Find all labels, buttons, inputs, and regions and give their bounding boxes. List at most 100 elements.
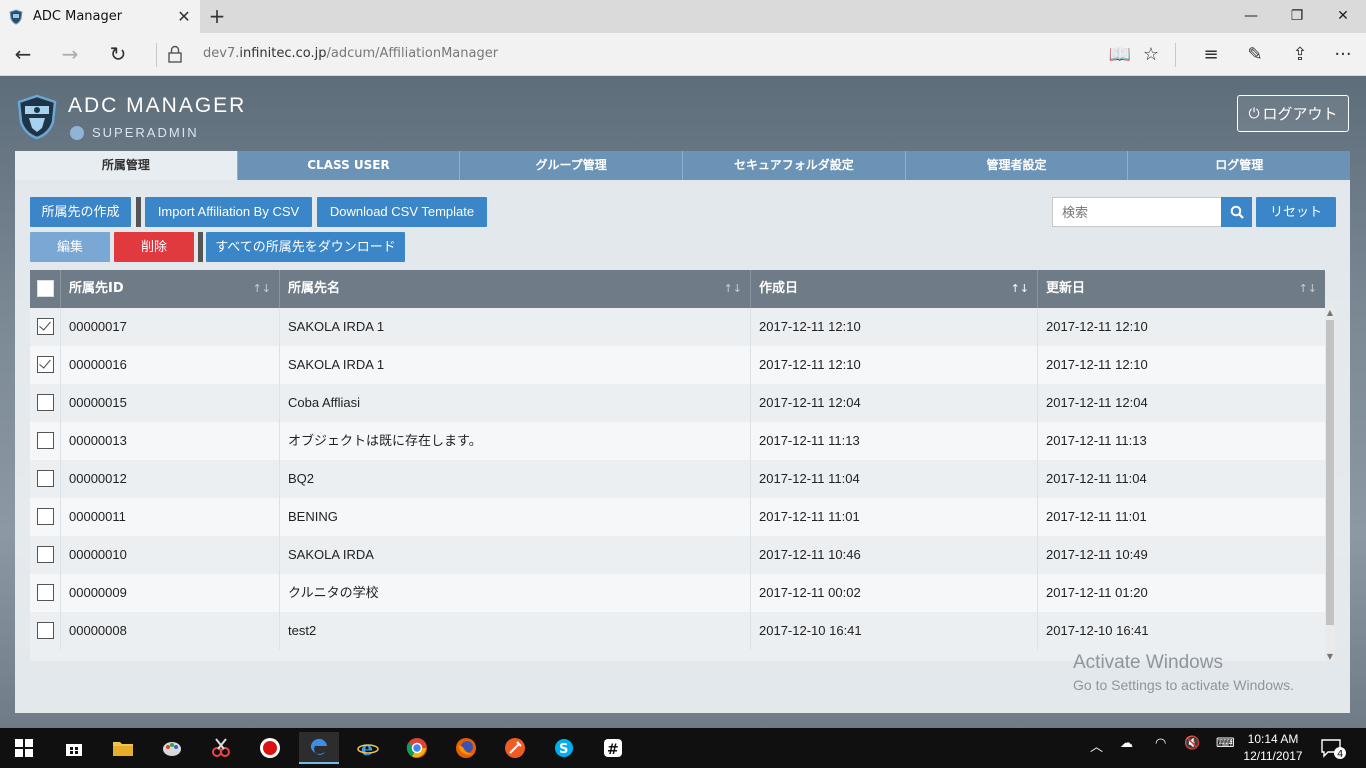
tray-chevron-icon[interactable]: ︿ (1090, 736, 1103, 755)
table-row[interactable]: 00000012 BQ2 2017-12-11 11:04 2017-12-11 11… (30, 460, 1325, 498)
cell-affiliation-name: BQ2 (280, 460, 751, 498)
refresh-icon[interactable]: ↻ (102, 39, 134, 69)
paint-icon[interactable] (152, 732, 192, 764)
content-panel: 所属先の作成 Import Affiliation By CSV Downloa… (15, 180, 1350, 713)
address-bar[interactable]: dev7.infinitec.co.jp/adcum/AffiliationMa… (203, 46, 498, 61)
edge-browser-icon[interactable] (299, 732, 339, 764)
table-row[interactable]: 00000016 SAKOLA IRDA 1 2017-12-11 12:10 201… (30, 346, 1325, 384)
cell-created-date: 2017-12-11 12:10 (751, 308, 1038, 346)
tab-group[interactable]: グループ管理 (459, 151, 683, 180)
scroll-down-icon[interactable]: ▼ (1325, 652, 1335, 661)
cell-affiliation-name: オブジェクトは既に存在します。 (280, 422, 751, 460)
cell-created-date: 2017-12-10 16:41 (751, 612, 1038, 650)
taskbar-clock[interactable]: 10:14 AM 12/11/2017 (1240, 731, 1306, 765)
select-all-checkbox[interactable] (37, 280, 54, 297)
web-note-icon[interactable]: ✎ (1241, 41, 1269, 69)
table-row[interactable]: 00000013 オブジェクトは既に存在します。 2017-12-11 11:13 2… (30, 422, 1325, 460)
row-checkbox[interactable] (37, 432, 54, 449)
row-checkbox[interactable] (37, 470, 54, 487)
tab-admin-settings[interactable]: 管理者設定 (904, 151, 1128, 180)
row-checkbox[interactable] (37, 356, 54, 373)
download-template-button[interactable]: Download CSV Template (317, 197, 487, 227)
cell-created-date: 2017-12-11 10:46 (751, 536, 1038, 574)
more-icon[interactable]: ··· (1329, 41, 1357, 69)
row-checkbox[interactable] (37, 394, 54, 411)
search-input[interactable] (1052, 197, 1222, 227)
cell-updated-date: 2017-12-11 01:20 (1046, 585, 1148, 600)
table-row[interactable]: 00000015 Coba Affliasi 2017-12-11 12:04 201… (30, 384, 1325, 422)
new-tab-button[interactable]: + (205, 4, 229, 28)
snipping-tool-icon[interactable] (201, 732, 241, 764)
forward-arrow-icon[interactable]: → (54, 39, 86, 69)
skype-icon[interactable]: S (544, 732, 584, 764)
table-row[interactable]: 00000009 クルニタの学校 2017-12-11 00:02 2017-12-1… (30, 574, 1325, 612)
scrollbar-thumb[interactable] (1326, 320, 1334, 625)
row-checkbox-cell (30, 460, 61, 498)
tab-close-icon[interactable]: ✕ (174, 7, 194, 26)
postman-icon[interactable] (495, 732, 535, 764)
minimize-icon[interactable]: — (1228, 0, 1274, 33)
tab-secure-folder[interactable]: セキュアフォルダ設定 (682, 151, 905, 180)
cell-updated-date: 2017-12-11 12:10 (1046, 357, 1148, 372)
column-label: 所属先ID (69, 281, 124, 296)
volume-muted-icon[interactable]: 🔇 (1184, 736, 1200, 751)
row-checkbox[interactable] (37, 584, 54, 601)
internet-explorer-icon[interactable]: e (348, 732, 388, 764)
keyboard-icon[interactable]: ⌨ (1216, 736, 1235, 751)
create-affiliation-button[interactable]: 所属先の作成 (30, 197, 131, 227)
table-scrollbar[interactable]: ▲ ▼ (1325, 308, 1335, 661)
cell-created-date: 2017-12-11 11:13 (751, 422, 1038, 460)
share-icon[interactable]: ⇪ (1286, 41, 1314, 69)
scroll-up-icon[interactable]: ▲ (1325, 308, 1335, 317)
search-button[interactable] (1221, 197, 1252, 227)
slack-icon[interactable]: # (593, 732, 633, 764)
hub-icon[interactable]: ≡ (1197, 41, 1225, 69)
table-row[interactable]: 00000008 test2 2017-12-10 16:41 2017-12-10 … (30, 612, 1325, 650)
logout-button[interactable]: ⏻ ログアウト (1237, 95, 1349, 132)
table-row[interactable]: 00000010 SAKOLA IRDA 2017-12-11 10:46 2017-… (30, 536, 1325, 574)
file-explorer-icon[interactable] (103, 732, 143, 764)
reading-view-icon[interactable]: 📖 (1106, 41, 1134, 69)
sort-icon[interactable]: ↑↓ (253, 270, 271, 308)
row-checkbox[interactable] (37, 622, 54, 639)
column-header-id[interactable]: 所属先ID ↑↓ (61, 270, 280, 308)
column-header-created[interactable]: 作成日 ↑↓ (751, 270, 1038, 308)
record-icon[interactable] (250, 732, 290, 764)
sort-icon[interactable]: ↑↓ (1299, 270, 1317, 308)
table-row[interactable]: 00000017 SAKOLA IRDA 1 2017-12-11 12:10 201… (30, 308, 1325, 346)
firefox-icon[interactable] (446, 732, 486, 764)
favorite-star-icon[interactable]: ☆ (1137, 41, 1165, 69)
browser-tab[interactable]: ADC Manager ✕ (0, 0, 200, 33)
row-checkbox[interactable] (37, 546, 54, 563)
tab-log[interactable]: ログ管理 (1127, 151, 1351, 180)
windows-start-icon[interactable] (4, 732, 44, 764)
tab-class-user[interactable]: CLASS USER (236, 151, 460, 180)
chrome-icon[interactable] (397, 732, 437, 764)
column-header-updated[interactable]: 更新日 ↑↓ (1038, 270, 1325, 308)
table-header: 所属先ID ↑↓ 所属先名 ↑↓ 作成日 ↑↓ 更新日 ↑↓ (30, 270, 1325, 308)
cell-affiliation-id: 00000012 (61, 460, 280, 498)
reset-button[interactable]: リセット (1256, 197, 1336, 227)
onedrive-cloud-icon[interactable]: ☁ (1120, 736, 1133, 751)
row-checkbox[interactable] (37, 318, 54, 335)
address-separator (156, 43, 157, 67)
tab-affiliation[interactable]: 所属管理 (15, 151, 237, 180)
restore-icon[interactable]: ❐ (1274, 0, 1320, 33)
browser-titlebar: ADC Manager ✕ + — ❐ ✕ (0, 0, 1366, 33)
close-window-icon[interactable]: ✕ (1320, 0, 1366, 33)
import-csv-button[interactable]: Import Affiliation By CSV (145, 197, 312, 227)
edit-button[interactable]: 編集 (30, 232, 110, 262)
back-arrow-icon[interactable]: ← (7, 39, 39, 69)
row-checkbox[interactable] (37, 508, 54, 525)
table-row[interactable]: 00000011 BENING 2017-12-11 11:01 2017-12-11… (30, 498, 1325, 536)
sort-icon[interactable]: ↑↓ (724, 270, 742, 308)
delete-button[interactable]: 削除 (114, 232, 194, 262)
action-center-icon[interactable]: 4 (1318, 736, 1348, 760)
cell-affiliation-id: 00000017 (61, 308, 280, 346)
store-icon[interactable] (54, 732, 94, 764)
sort-icon[interactable]: ↑↓ (1011, 270, 1029, 308)
download-all-button[interactable]: すべての所属先をダウンロード (206, 232, 405, 262)
table-body: 00000017 SAKOLA IRDA 1 2017-12-11 12:10 201… (30, 308, 1325, 661)
column-header-name[interactable]: 所属先名 ↑↓ (280, 270, 751, 308)
wifi-icon[interactable]: ◠ (1155, 736, 1166, 751)
